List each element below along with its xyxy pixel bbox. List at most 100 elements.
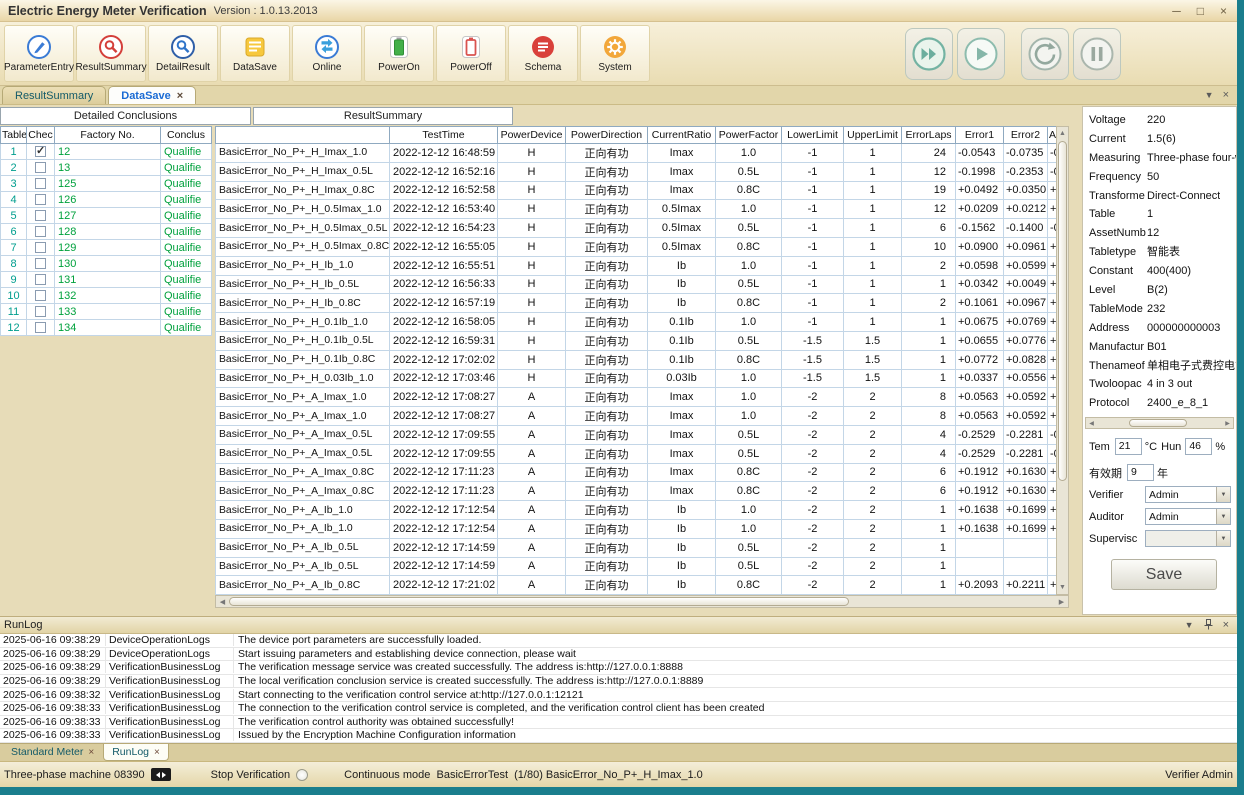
property-row[interactable]: Measuring Three-phase four-w [1083, 149, 1236, 168]
column-header-factory-no[interactable]: Factory No. [55, 127, 161, 144]
result-row[interactable]: BasicError_No_P+_H_Imax_0.5L 2022-12-12 … [216, 162, 1057, 181]
conclusion-row[interactable]: 5 127 Qualifie [1, 208, 212, 224]
save-button[interactable]: Save [1111, 559, 1217, 590]
result-row[interactable]: BasicError_No_P+_H_0.5Imax_1.0 2022-12-1… [216, 200, 1057, 219]
column-header-error2[interactable]: Error2 [1004, 127, 1048, 144]
column-header-testtime[interactable]: TestTime [390, 127, 498, 144]
row-checkbox[interactable] [35, 146, 46, 157]
log-row[interactable]: 2025-06-16 09:38:32 VerificationBusiness… [0, 688, 1237, 702]
power-on-button[interactable]: PowerOn [364, 25, 434, 82]
result-row[interactable]: BasicError_No_P+_H_Ib_0.8C 2022-12-12 16… [216, 294, 1057, 313]
column-header-lowerlimit[interactable]: LowerLimit [782, 127, 844, 144]
row-checkbox[interactable] [35, 178, 46, 189]
row-checkbox[interactable] [35, 306, 46, 317]
row-checkbox[interactable] [35, 226, 46, 237]
data-save-button[interactable]: DataSave [220, 25, 290, 82]
column-header-check[interactable]: Chec [27, 127, 55, 144]
property-row[interactable]: Constant 400(400) [1083, 262, 1236, 281]
log-row[interactable]: 2025-06-16 09:38:29 DeviceOperationLogs … [0, 648, 1237, 662]
panel-tab-detailed-conclusions[interactable]: Detailed Conclusions [0, 107, 251, 125]
properties-horizontal-scrollbar[interactable]: ◀ ▶ [1085, 417, 1234, 429]
chevron-down-icon[interactable]: ▼ [1205, 90, 1214, 100]
result-row[interactable]: BasicError_No_P+_H_0.5Imax_0.8C 2022-12-… [216, 237, 1057, 256]
stop-verification-button[interactable]: Stop Verification [211, 769, 309, 781]
column-header-conclusion[interactable]: Conclus [161, 127, 212, 144]
conclusion-row[interactable]: 8 130 Qualifie [1, 256, 212, 272]
system-button[interactable]: System [580, 25, 650, 82]
column-header-error1[interactable]: Error1 [956, 127, 1004, 144]
scrollbar-thumb[interactable] [1058, 141, 1067, 481]
schema-button[interactable]: Schema [508, 25, 578, 82]
result-row[interactable]: BasicError_No_P+_H_0.03Ib_1.0 2022-12-12… [216, 369, 1057, 388]
scroll-up-icon[interactable]: ▲ [1057, 127, 1068, 140]
result-row[interactable]: BasicError_No_P+_H_Ib_1.0 2022-12-12 16:… [216, 256, 1057, 275]
tab-resultsummary[interactable]: ResultSummary [2, 86, 106, 104]
property-row[interactable]: Level B(2) [1083, 281, 1236, 300]
log-row[interactable]: 2025-06-16 09:38:33 VerificationBusiness… [0, 716, 1237, 730]
result-row[interactable]: BasicError_No_P+_A_Imax_1.0 2022-12-12 1… [216, 407, 1057, 426]
result-row[interactable]: BasicError_No_P+_A_Ib_1.0 2022-12-12 17:… [216, 519, 1057, 538]
column-header-table[interactable]: Table [1, 127, 27, 144]
row-checkbox[interactable] [35, 322, 46, 333]
result-summary-button[interactable]: ResultSummary [76, 25, 146, 82]
close-icon[interactable]: × [1220, 4, 1227, 18]
property-row[interactable]: Manufactur B01 [1083, 338, 1236, 357]
close-icon[interactable]: × [1223, 619, 1229, 631]
refresh-button[interactable] [1021, 28, 1069, 80]
scroll-left-icon[interactable]: ◀ [216, 598, 229, 606]
tab-datasave[interactable]: DataSave × [108, 86, 196, 104]
result-row[interactable]: BasicError_No_P+_H_0.1Ib_0.8C 2022-12-12… [216, 350, 1057, 369]
panel-tab-result-summary[interactable]: ResultSummary [253, 107, 513, 125]
result-row[interactable]: BasicError_No_P+_A_Imax_0.5L 2022-12-12 … [216, 425, 1057, 444]
play-button[interactable] [957, 28, 1005, 80]
column-header-currentratio[interactable]: CurrentRatio [648, 127, 716, 144]
property-row[interactable]: Table 1 [1083, 205, 1236, 224]
row-checkbox[interactable] [35, 290, 46, 301]
auditor-combobox[interactable]: Admin ▼ [1145, 508, 1231, 525]
conclusion-row[interactable]: 12 134 Qualifie [1, 320, 212, 336]
conclusion-row[interactable]: 1 12 Qualifie [1, 144, 212, 160]
column-header-upperlimit[interactable]: UpperLimit [844, 127, 902, 144]
log-row[interactable]: 2025-06-16 09:38:29 VerificationBusiness… [0, 661, 1237, 675]
conclusion-row[interactable]: 11 133 Qualifie [1, 304, 212, 320]
device-toggle-icon[interactable] [151, 768, 171, 781]
property-row[interactable]: Current 1.5(6) [1083, 130, 1236, 149]
scrollbar-thumb[interactable] [1129, 419, 1187, 427]
property-row[interactable]: Twoloopac 4 in 3 out [1083, 375, 1236, 394]
supervisor-combobox[interactable]: ▼ [1145, 530, 1231, 547]
conclusion-row[interactable]: 3 125 Qualifie [1, 176, 212, 192]
chevron-down-icon[interactable]: ▼ [1185, 620, 1194, 630]
chevron-down-icon[interactable]: ▼ [1216, 509, 1230, 524]
result-row[interactable]: BasicError_No_P+_A_Ib_0.5L 2022-12-12 17… [216, 538, 1057, 557]
result-row[interactable]: BasicError_No_P+_A_Ib_0.8C 2022-12-12 17… [216, 576, 1057, 595]
conclusion-row[interactable]: 4 126 Qualifie [1, 192, 212, 208]
result-row[interactable]: BasicError_No_P+_H_0.1Ib_1.0 2022-12-12 … [216, 313, 1057, 332]
scroll-right-icon[interactable]: ▶ [1055, 598, 1068, 606]
conclusion-row[interactable]: 2 13 Qualifie [1, 160, 212, 176]
horizontal-scrollbar[interactable]: ◀ ▶ [215, 595, 1069, 608]
tab-close-icon[interactable]: × [177, 90, 183, 102]
parameter-entry-button[interactable]: ParameterEntry [4, 25, 74, 82]
property-row[interactable]: Thenameof 单相电子式费控电能表 [1083, 357, 1236, 376]
minimize-icon[interactable]: ─ [1172, 4, 1181, 18]
column-header-powerfactor[interactable]: PowerFactor [716, 127, 782, 144]
property-row[interactable]: Voltage 220 [1083, 111, 1236, 130]
column-header-errorlaps[interactable]: ErrorLaps [902, 127, 956, 144]
result-row[interactable]: BasicError_No_P+_H_Imax_0.8C 2022-12-12 … [216, 181, 1057, 200]
row-checkbox[interactable] [35, 162, 46, 173]
scrollbar-thumb[interactable] [229, 597, 849, 606]
property-row[interactable]: AssetNumb 12 [1083, 224, 1236, 243]
pin-icon[interactable] [1204, 619, 1213, 632]
scroll-right-icon[interactable]: ▶ [1222, 420, 1233, 427]
result-row[interactable]: BasicError_No_P+_A_Imax_0.5L 2022-12-12 … [216, 444, 1057, 463]
result-row[interactable]: BasicError_No_P+_H_0.5Imax_0.5L 2022-12-… [216, 219, 1057, 238]
column-header-powerdevice[interactable]: PowerDevice [498, 127, 566, 144]
column-header-name[interactable] [216, 127, 390, 144]
close-icon[interactable]: × [1223, 89, 1229, 101]
result-row[interactable]: BasicError_No_P+_H_0.1Ib_0.5L 2022-12-12… [216, 331, 1057, 350]
chevron-down-icon[interactable]: ▼ [1216, 531, 1230, 546]
fast-forward-button[interactable] [905, 28, 953, 80]
conclusion-row[interactable]: 7 129 Qualifie [1, 240, 212, 256]
detail-result-button[interactable]: DetailResult [148, 25, 218, 82]
property-row[interactable]: Frequency 50 [1083, 168, 1236, 187]
